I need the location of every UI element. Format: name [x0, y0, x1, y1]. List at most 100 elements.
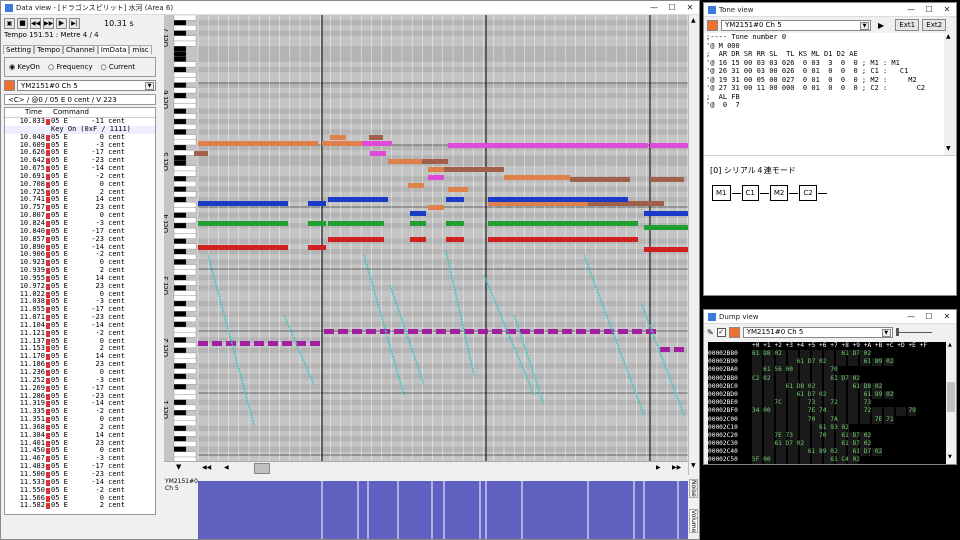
data-view-titlebar: Data view - [ドラゴンスピリット] 水河 (Area 6) — ☐ … [1, 1, 699, 15]
tone-maximize-icon[interactable]: ☐ [920, 3, 938, 16]
tone-close-icon[interactable]: ✕ [938, 3, 956, 16]
dump-minimize-icon[interactable]: — [902, 310, 920, 323]
tone-play-icon[interactable]: ▶ [878, 21, 884, 30]
radio-keyon-label: KeyOn [17, 63, 40, 71]
note-bar [446, 237, 464, 242]
algorithm-mode: [0] シリアル４連モード [710, 166, 796, 175]
close-icon[interactable]: ✕ [681, 1, 699, 14]
row-marker [46, 260, 50, 267]
scroll-rewind-icon[interactable]: ◀◀ [202, 464, 211, 471]
tone-scroll-down-icon[interactable]: ▼ [946, 145, 951, 152]
volume-side-tabs: Noise Volume [688, 477, 699, 539]
piano-key [173, 129, 187, 135]
step-icon[interactable]: ▶| [69, 17, 80, 29]
scroll-right-icon[interactable]: ▶ [656, 464, 661, 471]
tone-scrollbar[interactable]: ▲ ▼ [944, 33, 956, 155]
dump-maximize-icon[interactable]: ☐ [920, 310, 938, 323]
scroll-bottom-down-icon[interactable]: ▼ [691, 462, 696, 469]
piano-key [173, 30, 187, 36]
scroll-down-icon[interactable]: ▼ [176, 463, 181, 471]
maximize-icon[interactable]: ☐ [663, 1, 681, 14]
dump-scroll-up-icon[interactable]: ▲ [948, 342, 952, 348]
tone-text-area[interactable]: ;---- Tone number 0 '@ M 000; AR DR SR RR… [706, 33, 944, 153]
note-bar [448, 187, 468, 192]
fast-forward-icon[interactable]: ▶▶ [43, 17, 54, 29]
tab-imdata[interactable]: ImData [97, 45, 130, 54]
note-bar [562, 329, 572, 334]
minimize-icon[interactable]: — [645, 1, 663, 14]
channel-select[interactable]: YM2151#0 Ch 5 ▼ [17, 80, 156, 91]
row-marker [46, 417, 50, 424]
piano-key [173, 118, 187, 125]
tab-setting[interactable]: Setting [3, 45, 35, 54]
piano-key [173, 311, 187, 317]
tone-channel-select[interactable]: YM2151#0 Ch 5 ▼ [721, 19, 871, 31]
piano-key [173, 337, 187, 343]
piano-key [173, 160, 187, 166]
dump-checkbox[interactable]: ✓ [716, 327, 726, 337]
dump-slider[interactable] [895, 328, 932, 336]
hex-header: +0 +1 +2 +3 +4 +5 +6 +7 +8 +9 +A +B +C +… [752, 342, 928, 349]
table-row[interactable]: 11.582 05 E 2 cent [5, 501, 155, 510]
dump-channel-select[interactable]: YM2151#0 Ch 5 ▼ [742, 326, 893, 338]
scroll-up-icon[interactable]: ▲ [691, 17, 696, 24]
scroll-thumb[interactable] [254, 463, 270, 474]
piano-key [173, 295, 197, 302]
dump-scroll-thumb[interactable] [947, 382, 955, 412]
hex-row: 00002C00 70 7A 7E 71 [708, 415, 916, 424]
roll-scrollbar[interactable]: ▼ ◀◀ ◀ ▶ ▶▶ [164, 461, 688, 475]
hex-address: 00002B80 [708, 350, 738, 357]
pin-icon[interactable]: ✎ [707, 328, 714, 337]
dump-scrollbar[interactable]: ▲ ▼ [946, 342, 956, 464]
tone-minimize-icon[interactable]: — [902, 3, 920, 16]
tone-scroll-up-icon[interactable]: ▲ [946, 33, 951, 40]
rewind-icon[interactable]: ◀◀ [30, 17, 41, 29]
dump-close-icon[interactable]: ✕ [938, 310, 956, 323]
radio-current[interactable]: ○ Current [101, 63, 136, 71]
tab-misc[interactable]: misc [129, 45, 152, 54]
note-bar [380, 329, 390, 334]
hex-row: 00002C40 61 89 02 61 D7 02 [708, 448, 916, 457]
radio-frequency-label: Frequency [56, 63, 93, 71]
piano-key [173, 332, 197, 338]
app-icon [5, 3, 13, 12]
toggle-button[interactable]: ▣ [4, 17, 15, 29]
tab-noise[interactable]: Noise [689, 479, 698, 498]
ext1-button[interactable]: Ext1 [895, 19, 920, 31]
piano-key [173, 420, 197, 426]
note-bar [464, 329, 474, 334]
tone-line: ; AL FB [706, 92, 740, 101]
dump-scroll-down-icon[interactable]: ▼ [948, 454, 952, 460]
scroll-ff-icon[interactable]: ▶▶ [672, 464, 681, 471]
octave-label: Oct 2 [164, 338, 170, 357]
note-bar [310, 341, 320, 346]
ext2-button[interactable]: Ext2 [922, 19, 947, 31]
hex-row: 00002BF0 34 00 7E 74 72 79 [708, 407, 916, 416]
tone-lines: ;---- Tone number 0 '@ M 000; AR DR SR RR… [706, 33, 944, 110]
time-readout: 10.31 s [104, 18, 134, 28]
slider-thumb[interactable] [895, 328, 899, 336]
radio-keyon[interactable]: ◉ KeyOn [9, 63, 40, 71]
note-bar [422, 329, 432, 334]
tone-line: ; AR DR SR RR SL TL KS ML D1 D2 AE [706, 50, 858, 58]
piano-key [173, 35, 197, 42]
tab-volume[interactable]: Volume [689, 509, 698, 534]
piano-key [173, 321, 187, 328]
row-marker [46, 134, 50, 141]
row-marker [46, 354, 50, 361]
scroll-left-icon[interactable]: ◀ [224, 464, 229, 471]
dump-color-swatch [728, 326, 740, 338]
piano-roll[interactable]: Oct 7Oct 6Oct 5Oct 4Oct 3Oct 2Oct 1Oct 0… [164, 15, 688, 475]
tab-tempo[interactable]: Tempo [34, 45, 64, 54]
note-bar [366, 329, 376, 334]
radio-frequency[interactable]: ○ Frequency [48, 63, 93, 71]
piano-key [173, 72, 197, 78]
tone-view-title: Tone view [719, 5, 754, 14]
play-icon[interactable]: ▶ [56, 17, 67, 29]
row-marker [46, 440, 50, 447]
octave-label: Oct 1 [164, 400, 170, 419]
row-marker [46, 503, 50, 510]
tab-channel[interactable]: Channel [63, 45, 98, 54]
stop-icon[interactable]: ■ [17, 17, 28, 29]
note-bar [650, 143, 688, 148]
